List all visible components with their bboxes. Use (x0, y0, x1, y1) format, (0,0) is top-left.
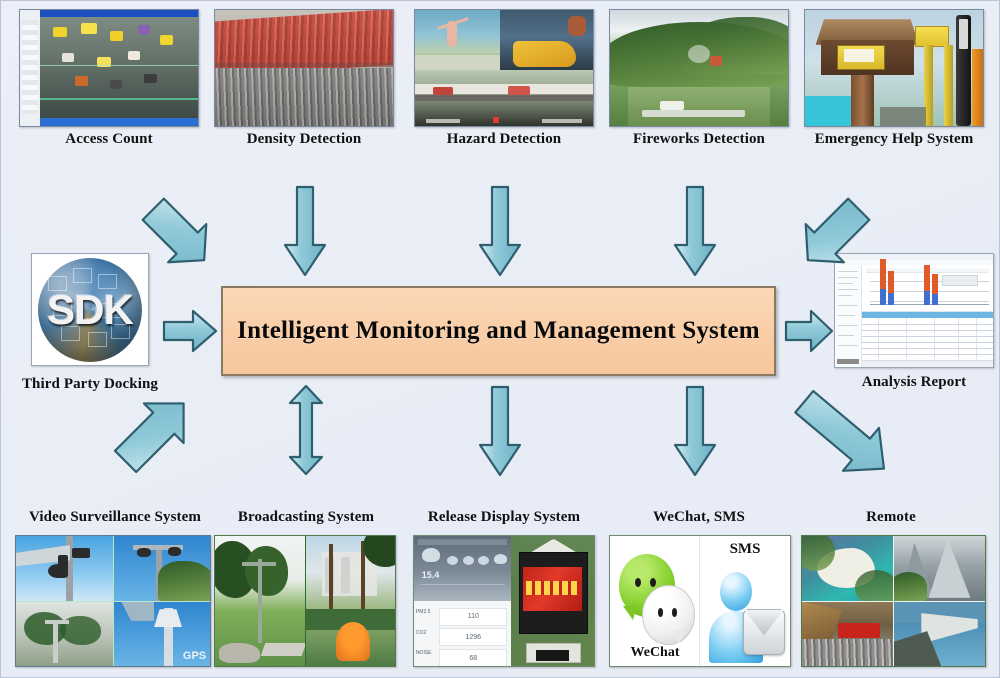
node-wechat-sms-image[interactable]: WeChat SMS (609, 535, 791, 667)
wechat-label: WeChat (630, 644, 680, 660)
arrow-center-to-remote (776, 381, 926, 501)
caption-video-surveillance: Video Surveillance System (29, 509, 201, 525)
arrow-center-to-release-display (474, 383, 526, 479)
caption-fireworks-detection: Fireworks Detection (633, 131, 765, 147)
node-remote-image[interactable] (801, 535, 986, 667)
node-emergency-help-image[interactable] (804, 9, 984, 127)
diagram-canvas: Access Count Density Detection Hazard De… (0, 0, 1000, 678)
node-fireworks-detection-image[interactable] (609, 9, 789, 127)
node-release-display-image[interactable]: 15.4 PM2.5 110 CO2 1296 NOISE 68 (413, 535, 595, 667)
center-node-label: Intelligent Monitoring and Management Sy… (237, 317, 760, 344)
sms-logo-area: SMS (699, 536, 790, 666)
arrow-center-to-analysis-report (784, 306, 834, 356)
arrow-center-broadcasting (284, 383, 328, 477)
caption-density-detection: Density Detection (246, 131, 362, 147)
mushroom-speaker-icon (335, 621, 370, 661)
caption-remote: Remote (866, 509, 916, 525)
node-broadcasting-image[interactable] (214, 535, 396, 667)
arrow-video-surveillance-to-center (91, 371, 221, 491)
caption-access-count: Access Count (65, 131, 153, 147)
weather-cloud-icon (421, 547, 440, 562)
arrow-fireworks-detection-to-center (669, 183, 721, 279)
arrow-density-detection-to-center (279, 183, 331, 279)
sms-label: SMS (729, 541, 761, 558)
arrow-hazard-detection-to-center (474, 183, 526, 279)
weather-temperature: 15.4 (421, 569, 440, 580)
node-video-surveillance-image[interactable]: GPS (15, 535, 211, 667)
arrow-sdk-to-center (161, 306, 219, 356)
caption-release-display: Release Display System (427, 509, 581, 525)
arrow-emergency-help-to-center (769, 179, 899, 289)
sms-person-head-icon (719, 572, 753, 612)
reading-value-3: 68 (439, 649, 508, 666)
arrow-center-to-wechat-sms (669, 383, 721, 479)
reading-label-2: CO2 (415, 629, 427, 636)
caption-broadcasting: Broadcasting System (237, 509, 375, 525)
reading-value-2: 1296 (439, 628, 508, 647)
caption-hazard-detection: Hazard Detection (446, 131, 562, 147)
caption-emergency-help: Emergency Help System (814, 131, 974, 147)
wechat-logo-area: WeChat (610, 536, 700, 666)
reading-value-1: 110 (439, 607, 508, 626)
reading-label-1: PM2.5 (415, 608, 431, 615)
node-hazard-detection-image[interactable] (414, 9, 594, 127)
caption-wechat-sms: WeChat, SMS (653, 509, 745, 525)
node-density-detection-image[interactable] (214, 9, 394, 127)
gps-watermark: GPS (182, 650, 207, 663)
sms-envelope-icon (743, 608, 785, 655)
node-access-count-image[interactable] (19, 9, 199, 127)
reading-label-3: NOISE (415, 650, 432, 657)
arrow-access-count-to-center (113, 179, 243, 289)
center-node-intelligent-monitoring-system[interactable]: Intelligent Monitoring and Management Sy… (221, 286, 776, 376)
